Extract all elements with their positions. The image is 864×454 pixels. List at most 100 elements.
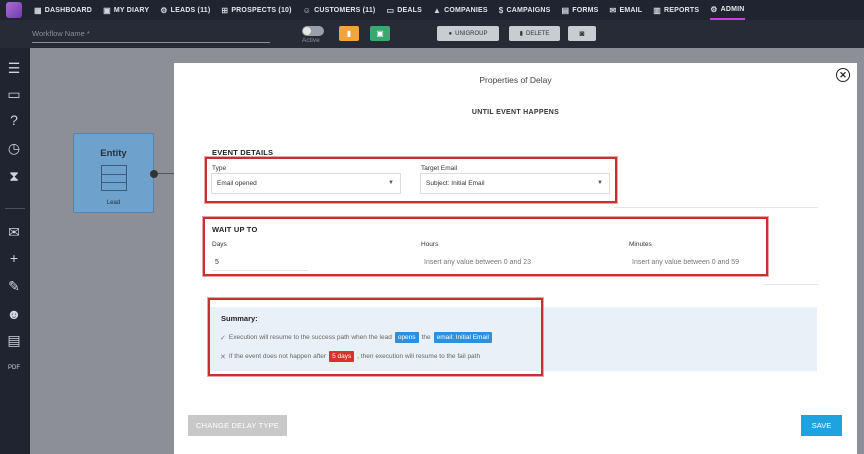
event-tag: opens xyxy=(394,332,419,343)
deals-icon: ▭ xyxy=(386,5,395,15)
workflow-toolbar: Workflow Name * Active ▮ ▣ ● UNIGROUP ▮ DE… xyxy=(0,20,864,48)
entity-title: Entity xyxy=(100,148,127,159)
document-icon[interactable]: ▤ xyxy=(3,330,25,350)
customers-icon: ☺ xyxy=(302,5,312,15)
email-tag: email: Initial Email xyxy=(433,332,492,343)
sidebar-divider xyxy=(5,208,25,209)
plus-icon[interactable]: + xyxy=(3,248,25,268)
pdf-icon[interactable]: PDF xyxy=(3,358,25,378)
forms-icon: ▤ xyxy=(561,5,570,15)
camera-icon: ◙ xyxy=(579,29,585,38)
target-email-select[interactable]: Subject: Initial Email ▼ xyxy=(420,173,610,194)
nav-customers[interactable]: ☺ CUSTOMERS (11) xyxy=(303,0,376,20)
floppy-icon: ▣ xyxy=(376,29,384,38)
leads-icon: ⚙ xyxy=(160,5,168,15)
panel-icon[interactable]: ▭ xyxy=(3,84,25,104)
screenshot-button[interactable]: ◙ xyxy=(568,26,596,41)
delete-label: DELETE xyxy=(525,30,550,37)
nav-admin[interactable]: ⚙ ADMIN xyxy=(710,0,745,20)
type-select[interactable]: Email opened ▼ xyxy=(211,173,401,194)
minutes-input[interactable]: Insert any value between 0 and 59 xyxy=(632,259,739,266)
target-email-label: Target Email xyxy=(421,165,458,172)
divider-line xyxy=(614,207,818,208)
node-connector[interactable] xyxy=(150,170,158,178)
summary-success-text: Execution will resume to the success pat… xyxy=(228,334,392,341)
delay-properties-modal: Properties of Delay ✕ UNTIL EVENT HAPPEN… xyxy=(174,63,857,454)
nav-label: ADMIN xyxy=(720,5,745,13)
duration-tag: 5 days xyxy=(329,351,355,362)
nav-label: PROSPECTS (10) xyxy=(231,6,292,14)
edit-icon[interactable]: ✎ xyxy=(3,276,25,296)
grid-icon: ▦ xyxy=(34,5,42,15)
nav-label: CUSTOMERS (11) xyxy=(314,6,376,14)
companies-icon: ▲ xyxy=(432,5,442,15)
reports-icon: ▥ xyxy=(653,5,661,15)
admin-gear-icon: ⚙ xyxy=(710,4,718,14)
save-button[interactable]: SAVE xyxy=(801,415,842,436)
nav-my-diary[interactable]: ▣ MY DIARY xyxy=(103,0,149,20)
list-icon[interactable]: ☰ xyxy=(3,58,25,78)
calendar-icon: ▣ xyxy=(103,5,111,15)
campaigns-icon: $ xyxy=(498,5,504,15)
wait-up-to-highlight xyxy=(203,217,768,276)
nav-label: COMPANIES xyxy=(444,6,488,14)
divider-line xyxy=(764,284,818,285)
nav-label: FORMS xyxy=(572,6,599,14)
nav-email[interactable]: ✉ EMAIL xyxy=(610,0,643,20)
active-toggle[interactable] xyxy=(302,26,324,36)
target-email-value: Subject: Initial Email xyxy=(426,180,485,187)
nav-label: DEALS xyxy=(397,6,422,14)
app-logo[interactable] xyxy=(6,2,22,18)
nav-reports[interactable]: ▥ REPORTS xyxy=(653,0,699,20)
days-input[interactable]: 5 xyxy=(215,259,219,266)
hourglass-icon[interactable]: ⧗ xyxy=(3,166,25,186)
days-underline xyxy=(212,270,308,271)
email-icon: ✉ xyxy=(609,5,617,15)
envelope-icon[interactable]: ✉ xyxy=(3,222,25,242)
summary-connector-text: the xyxy=(421,334,431,341)
nav-label: REPORTS xyxy=(664,6,700,14)
entity-node[interactable]: Entity Lead xyxy=(73,133,154,213)
summary-fail-text: If the event does not happen after xyxy=(228,353,327,360)
unigroup-button[interactable]: ● UNIGROUP xyxy=(437,26,499,41)
check-icon: ✓ xyxy=(220,334,226,342)
summary-fail-line: ✕ If the event does not happen after 5 d… xyxy=(220,351,480,362)
nav-prospects[interactable]: ⊞ PROSPECTS (10) xyxy=(221,0,291,20)
nav-companies[interactable]: ▲ COMPANIES xyxy=(433,0,488,20)
trash-icon: ▮ xyxy=(519,31,523,37)
nav-campaigns[interactable]: $ CAMPAIGNS xyxy=(499,0,551,20)
top-navigation: ▦ DASHBOARD ▣ MY DIARY ⚙ LEADS (11) ⊞ PROSPE… xyxy=(0,0,864,20)
nav-leads[interactable]: ⚙ LEADS (11) xyxy=(160,0,210,20)
question-check-icon[interactable]: ? xyxy=(3,110,25,130)
nav-dashboard[interactable]: ▦ DASHBOARD xyxy=(34,0,92,20)
prospects-icon: ⊞ xyxy=(221,5,229,15)
close-icon[interactable]: ✕ xyxy=(836,68,850,82)
minutes-label: Minutes xyxy=(629,241,652,248)
nav-forms[interactable]: ▤ FORMS xyxy=(562,0,599,20)
event-details-heading: EVENT DETAILS xyxy=(212,148,274,157)
lock-button[interactable]: ▮ xyxy=(339,26,359,41)
nav-label: DASHBOARD xyxy=(44,6,93,14)
nav-label: LEADS (11) xyxy=(170,6,211,14)
unigroup-icon: ● xyxy=(448,30,453,37)
chevron-down-icon: ▼ xyxy=(388,180,394,186)
clock-icon[interactable]: ◷ xyxy=(3,138,25,158)
workflow-name-input[interactable]: Workflow Name * xyxy=(32,27,270,43)
wait-up-to-heading: WAIT UP TO xyxy=(212,225,258,234)
save-workflow-button[interactable]: ▣ xyxy=(370,26,390,41)
nav-deals[interactable]: ▭ DEALS xyxy=(386,0,422,20)
active-label: Active xyxy=(302,37,320,44)
entity-subtitle: Lead xyxy=(106,200,121,206)
cross-icon: ✕ xyxy=(220,353,226,361)
unigroup-label: UNIGROUP xyxy=(455,30,488,37)
summary-fail-end-text: , then execution will resume to the fail… xyxy=(357,353,481,360)
days-label: Days xyxy=(212,241,227,248)
type-value: Email opened xyxy=(217,180,257,187)
hours-input[interactable]: Insert any value between 0 and 23 xyxy=(424,259,531,266)
connector-line xyxy=(158,173,174,174)
change-delay-type-button[interactable]: CHANGE DELAY TYPE xyxy=(188,415,287,436)
summary-heading: Summary: xyxy=(221,314,258,323)
left-sidebar: ☰ ▭ ? ◷ ⧗ ✉ + ✎ ☻ ▤ PDF xyxy=(0,48,30,454)
delete-button[interactable]: ▮ DELETE xyxy=(509,26,560,41)
users-icon[interactable]: ☻ xyxy=(3,304,25,324)
